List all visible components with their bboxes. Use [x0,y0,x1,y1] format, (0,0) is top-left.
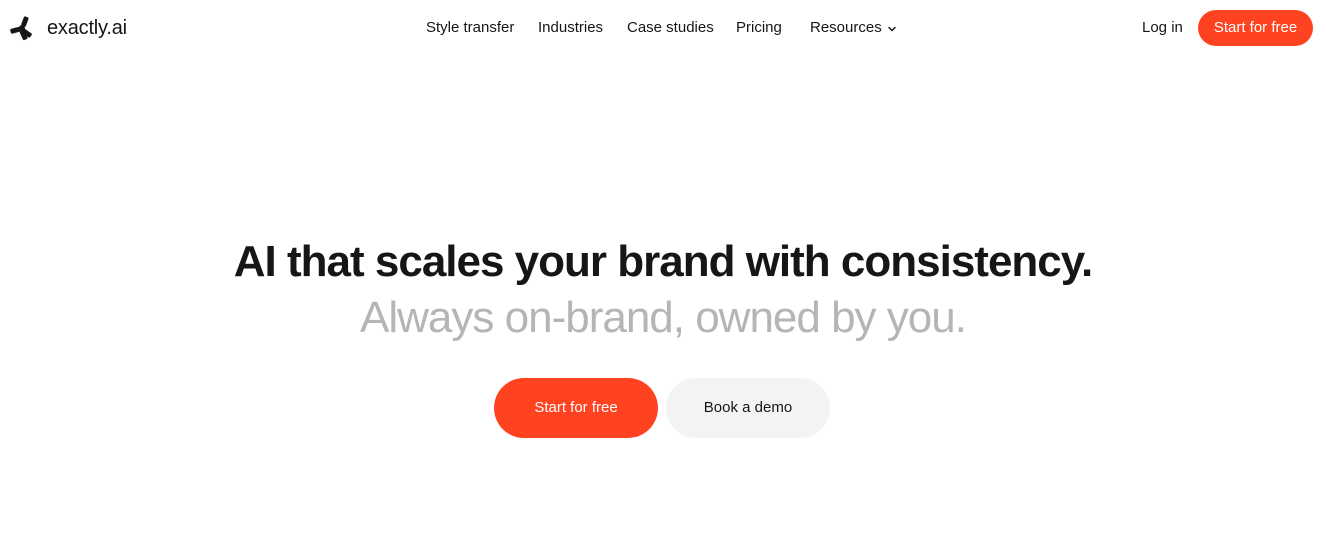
page: exactly.ai Style transfer Industries Cas… [0,0,1326,557]
hero-subtitle: Always on-brand, owned by you. [360,293,967,342]
login-link[interactable]: Log in [1142,19,1183,37]
header-start-free-button[interactable]: Start for free [1198,10,1313,46]
nav-item-pricing[interactable]: Pricing [736,19,782,37]
chevron-down-icon [886,23,898,35]
hero-title: AI that scales your brand with consisten… [233,237,1093,286]
nav-item-resources[interactable]: Resources [810,19,898,37]
nav-item-resources-label: Resources [810,19,882,36]
nav-item-style-transfer[interactable]: Style transfer [426,19,514,37]
main-nav: Style transfer Industries Case studies P… [0,0,1326,56]
book-demo-button[interactable]: Book a demo [666,378,830,438]
site-header: exactly.ai Style transfer Industries Cas… [0,0,1326,56]
hero-start-free-button[interactable]: Start for free [494,378,658,438]
nav-item-case-studies[interactable]: Case studies [627,19,714,37]
nav-item-industries[interactable]: Industries [538,19,603,37]
